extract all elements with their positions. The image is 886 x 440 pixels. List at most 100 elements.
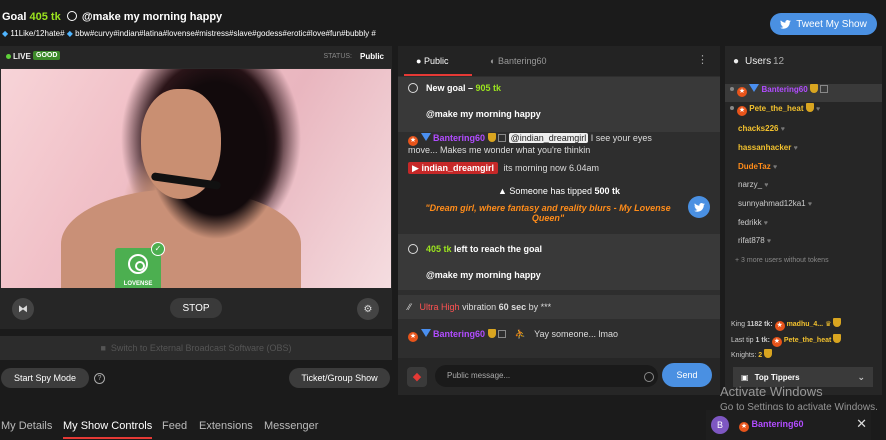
- public-message-input[interactable]: Public message...: [435, 365, 658, 387]
- badge-icon: [498, 330, 507, 338]
- user-list-item[interactable]: ★ Bantering60: [725, 84, 882, 102]
- new-goal-message: New goal – 905 tk @make my morning happy: [398, 77, 720, 132]
- goal-icon: [408, 244, 418, 254]
- heart-icon: ♥: [815, 106, 821, 113]
- close-icon[interactable]: ✕: [856, 416, 867, 432]
- ticket-group-show-button[interactable]: Ticket/Group Show: [289, 368, 390, 388]
- heart-icon: ♥: [766, 238, 772, 245]
- user-list-item[interactable]: fedrikk ♥: [725, 218, 882, 236]
- shield-icon: [809, 84, 818, 93]
- tab-extensions[interactable]: Extensions: [199, 420, 253, 432]
- help-icon[interactable]: ?: [94, 373, 105, 384]
- chat-bubble-icon: ●: [416, 56, 422, 66]
- tab-my-details[interactable]: My Details: [1, 420, 52, 432]
- heart-icon: ♥: [807, 201, 812, 208]
- flip-video-button[interactable]: ⧓: [12, 298, 34, 320]
- diamond-badge-icon: [420, 329, 431, 337]
- emote-icon: ⛹: [514, 329, 526, 339]
- badge-icon: [820, 85, 829, 93]
- diamond-icon: ◆: [2, 29, 9, 38]
- users-panel: ● Users 12 ★ Bantering60 ★ Pete_the_heat…: [725, 46, 882, 395]
- star-badge-icon: ★: [739, 422, 749, 432]
- chat-input-bar: ◆ Public message... Send: [398, 358, 720, 395]
- chat-username[interactable]: Bantering60: [433, 133, 485, 143]
- flip-icon: ⧓: [18, 303, 28, 315]
- users-icon: ◐: [490, 56, 496, 66]
- user-list-item[interactable]: narzy_ ♥: [725, 180, 882, 198]
- obs-switch-bar[interactable]: ■ Switch to External Broadcast Software …: [0, 336, 392, 360]
- model-username-tag: ▶ indian_dreamgirl: [408, 162, 498, 174]
- twitter-bird-icon: [693, 202, 705, 212]
- user-list-item[interactable]: sunnyahmad12ka1 ♥: [725, 199, 882, 217]
- check-icon: ✓: [151, 242, 165, 256]
- chat-message: ★ Bantering60 @indian_dreamgirl I see yo…: [408, 133, 652, 155]
- crown-icon: ♛: [825, 321, 832, 328]
- heart-icon: ♥: [763, 220, 768, 227]
- video-controls: ⧓ STOP ⚙: [0, 288, 392, 329]
- chat-username[interactable]: Bantering60: [433, 329, 485, 339]
- badge-icon: [498, 134, 507, 142]
- send-button[interactable]: Send: [662, 363, 712, 387]
- shield-icon: [805, 103, 814, 112]
- diamond-icon: ◆: [66, 29, 73, 38]
- gear-icon: ⚙: [363, 303, 373, 315]
- star-badge-icon: ★: [408, 332, 418, 342]
- chat-message: ▶ indian_dreamgirl its morning now 6.04a…: [398, 162, 720, 179]
- status-label: STATUS:: [323, 53, 352, 60]
- tweet-my-show-button[interactable]: Tweet My Show: [770, 13, 877, 35]
- goal-icon: [66, 11, 77, 21]
- activate-windows-title: Activate Windows: [720, 384, 823, 399]
- live-indicator-icon: [6, 54, 11, 59]
- star-badge-icon: ★: [771, 337, 782, 347]
- settings-button[interactable]: ⚙: [357, 298, 379, 320]
- tab-public-chat[interactable]: ● Public: [416, 56, 448, 66]
- bottom-tabs: My Details My Show Controls Feed Extensi…: [0, 412, 700, 440]
- show-tags: ◆ 11Like/12hate# ◆ bbw#curvy#indian#lati…: [2, 29, 376, 38]
- show-header: Goal 405 tk @make my morning happy ◆ 11L…: [0, 0, 886, 46]
- chevron-down-icon: ⌄: [857, 371, 865, 382]
- tab-my-show-controls[interactable]: My Show Controls: [63, 420, 153, 439]
- active-tab-indicator: [404, 74, 472, 76]
- star-badge-icon: ★: [737, 87, 747, 97]
- tab-private-chat[interactable]: ◐ Bantering60: [490, 56, 547, 66]
- user-list-item[interactable]: ★ Pete_the_heat ♥: [725, 103, 882, 121]
- quality-badge: GOOD: [33, 51, 61, 60]
- more-users-link[interactable]: + 3 more users without tokens: [735, 257, 829, 264]
- user-list-item[interactable]: rifat878 ♥: [725, 236, 882, 254]
- heart-icon: ♥: [772, 164, 778, 171]
- more-options-icon[interactable]: ⋮: [697, 53, 708, 66]
- vibration-message: ⁄⁄ Ultra High vibration 60 sec by ***: [398, 295, 720, 319]
- mention[interactable]: @indian_dreamgirl: [508, 133, 589, 143]
- tip-icon: ▲: [497, 186, 507, 196]
- app-root: Goal 405 tk @make my morning happy ◆ 11L…: [0, 0, 886, 440]
- emoji-icon[interactable]: [644, 372, 654, 382]
- lovense-icon: [128, 254, 148, 274]
- user-list-item[interactable]: DudeTaz ♥: [725, 162, 882, 180]
- chat-panel: ● Public ◐ Bantering60 ⋮ New goal – 905 …: [398, 46, 720, 395]
- tab-feed[interactable]: Feed: [162, 420, 187, 432]
- video-preview: [1, 69, 391, 288]
- tweet-tip-button[interactable]: [688, 196, 710, 218]
- gift-icon[interactable]: ◆: [407, 367, 427, 387]
- private-chat-bar[interactable]: B ★ Bantering60 ✕: [706, 410, 871, 440]
- diamond-badge-icon: [420, 133, 431, 141]
- heart-icon: ♥: [793, 145, 798, 152]
- chat-tabs: ● Public ◐ Bantering60 ⋮: [398, 46, 720, 76]
- users-header: ● Users 12: [733, 56, 785, 67]
- user-list-item[interactable]: chacks226 ♥: [725, 124, 882, 142]
- shield-icon: [764, 349, 773, 358]
- twitter-bird-icon: [780, 19, 792, 29]
- last-tip-info: Last tip 1 tk: ★ Pete_the_heat: [731, 334, 842, 347]
- vibration-icon: ⁄⁄: [408, 302, 412, 312]
- stop-button[interactable]: STOP: [170, 298, 222, 318]
- heart-icon: ♥: [780, 126, 785, 133]
- goal-text: @make my morning happy: [81, 11, 223, 23]
- video-panel: LIVE GOOD STATUS: Public LOVENSE ✓ ⧓ STO…: [0, 46, 392, 329]
- tab-messenger[interactable]: Messenger: [264, 420, 318, 432]
- shield-icon: [833, 334, 842, 343]
- camera-icon: ■: [100, 343, 106, 353]
- chat-message: ★ Bantering60 ⛹ Yay someone... lmao: [408, 329, 619, 342]
- start-spy-mode-button[interactable]: Start Spy Mode: [1, 368, 89, 388]
- goal-icon: [408, 83, 418, 93]
- user-list-item[interactable]: hassanhacker ♥: [725, 143, 882, 161]
